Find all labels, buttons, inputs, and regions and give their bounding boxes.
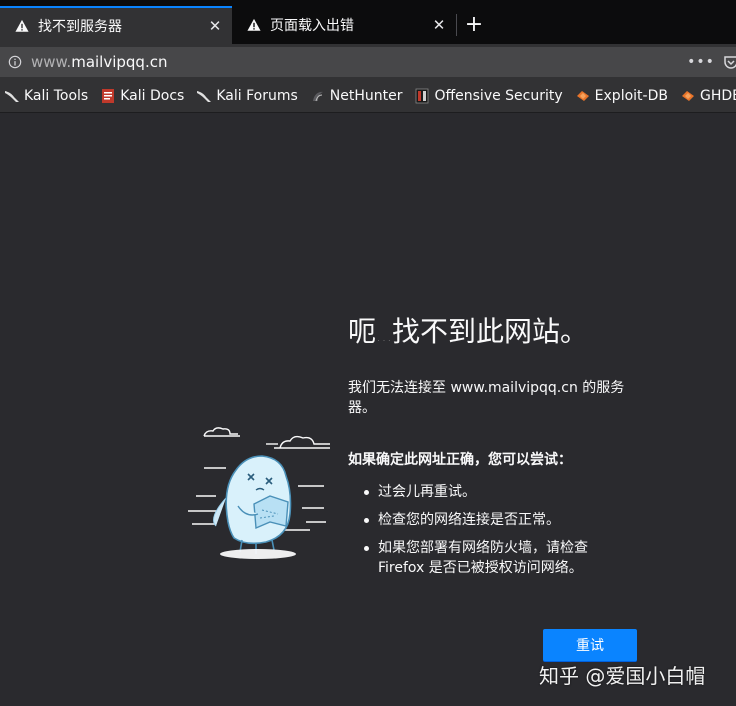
bookmark-label: Offensive Security <box>434 88 563 104</box>
bookmark-label: NetHunter <box>329 88 403 104</box>
info-icon[interactable] <box>7 54 23 70</box>
suggestions-heading: 如果确定此网址正确，您可以尝试： <box>348 452 572 468</box>
nethunter-icon <box>310 88 326 104</box>
retry-button[interactable]: 重试 <box>543 629 637 661</box>
bookmark-label: Kali Forums <box>216 88 298 104</box>
suggestions-list: 过会儿再重试。 检查您的网络连接是否正常。 如果您部署有网络防火墙，请检查 Fi… <box>362 482 632 586</box>
tab-title: 页面载入出错 <box>270 18 354 34</box>
error-description: 我们无法连接至 www.mailvipqq.cn 的服务器。 <box>348 380 625 416</box>
tab-page-load-error[interactable]: 页面载入出错 ✕ <box>232 6 456 44</box>
bookmark-kali-forums[interactable]: Kali Forums <box>196 84 298 108</box>
kali-dragon-icon <box>196 88 212 104</box>
more-actions-icon[interactable]: ••• <box>687 52 714 72</box>
list-item: 如果您部署有网络防火墙，请检查 Firefox 是否已被授权访问网络。 <box>362 538 632 578</box>
error-title-ellipsis: … <box>376 326 393 345</box>
list-item: 检查您的网络连接是否正常。 <box>362 510 632 530</box>
close-icon[interactable]: ✕ <box>204 15 226 37</box>
close-icon[interactable]: ✕ <box>428 14 450 36</box>
bookmark-exploit-db[interactable]: Exploit-DB <box>575 84 668 108</box>
bookmark-kali-docs[interactable]: Kali Docs <box>100 84 184 108</box>
bookmark-label: Kali Tools <box>24 88 89 104</box>
new-tab-button[interactable]: + <box>460 10 488 38</box>
navigation-toolbar: www.mailvipqq.cn ••• <box>0 44 736 80</box>
warning-icon <box>14 18 30 34</box>
bookmarks-toolbar: Kali Tools Kali Docs Kali Forums NetHunt… <box>0 80 736 113</box>
exploit-db-icon <box>575 88 591 104</box>
error-title-prefix: 呃 <box>348 315 377 348</box>
url-bar[interactable]: www.mailvipqq.cn ••• <box>0 47 736 77</box>
url-prefix: www. <box>31 53 72 71</box>
url-actions: ••• <box>687 47 736 77</box>
confused-dino-illustration <box>186 426 334 566</box>
pocket-icon[interactable] <box>722 53 736 71</box>
bookmark-kali-tools[interactable]: Kali Tools <box>4 84 88 108</box>
bookmark-label: Kali Docs <box>120 88 185 104</box>
bookmark-ghdb[interactable]: GHDB <box>680 84 736 108</box>
list-item: 过会儿再重试。 <box>362 482 632 502</box>
kali-dragon-icon <box>4 88 20 104</box>
bookmark-offensive-security[interactable]: Offensive Security <box>414 84 563 108</box>
warning-icon <box>246 17 262 33</box>
watermark: 知乎 @爱国小白帽 <box>539 664 706 688</box>
tab-server-not-found[interactable]: 找不到服务器 ✕ <box>0 6 232 44</box>
tab-separator <box>456 14 457 36</box>
bookmark-label: Exploit-DB <box>594 88 668 104</box>
tab-title: 找不到服务器 <box>38 19 122 35</box>
bookmark-nethunter[interactable]: NetHunter <box>310 84 403 108</box>
url-text[interactable]: www.mailvipqq.cn <box>31 53 167 71</box>
url-host: mailvipqq.cn <box>71 53 168 71</box>
error-title: 呃…找不到此网站。 <box>348 310 588 350</box>
tab-strip: 找不到服务器 ✕ 页面载入出错 ✕ + <box>0 0 736 44</box>
error-page: 呃…找不到此网站。 我们无法连接至 www.mailvipqq.cn 的服务器。… <box>0 114 736 706</box>
error-title-text: 找不到此网站。 <box>392 315 589 348</box>
ghdb-icon <box>680 88 696 104</box>
kali-docs-icon <box>100 88 116 104</box>
bookmark-label: GHDB <box>699 88 736 104</box>
offsec-icon <box>414 88 430 104</box>
